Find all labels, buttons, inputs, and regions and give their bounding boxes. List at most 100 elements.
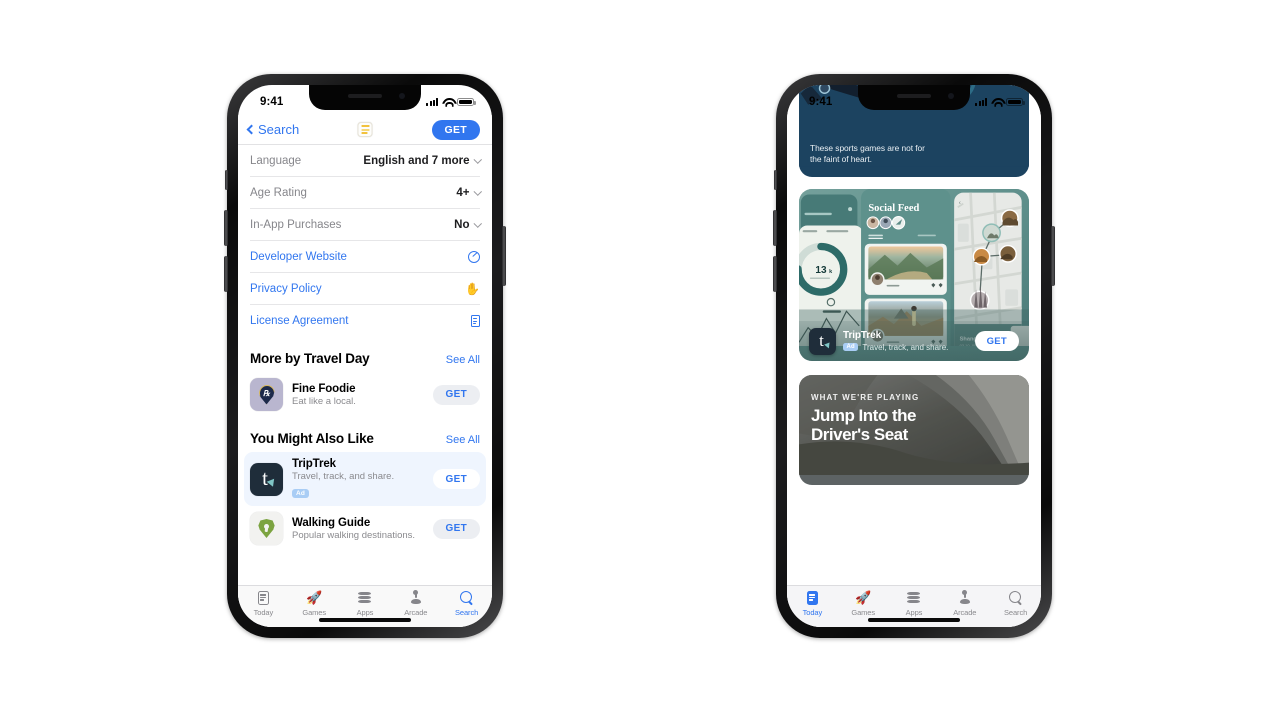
volume-up-button[interactable] [224,210,228,246]
today-icon [257,590,269,605]
status-time: 9:41 [260,96,284,108]
tab-search[interactable]: Search [990,590,1041,617]
notch [858,85,970,110]
back-label: Search [258,122,300,137]
svg-text:Social Feed: Social Feed [868,203,919,214]
info-key: In-App Purchases [250,218,342,231]
get-button-triptrek[interactable]: GET [432,469,480,489]
triptrek-app-icon: t [809,327,836,355]
link-license-agreement[interactable]: License Agreement [250,305,480,337]
left-phone-screen: 9:41 Search GET Language English and 7 m… [238,85,492,627]
right-scroll-content[interactable]: These sports games are not for the faint… [787,85,1041,627]
silent-switch[interactable] [774,170,777,190]
info-value-text: English and 7 more [363,154,470,167]
nav-get-button[interactable]: GET [431,119,480,140]
tab-search[interactable]: Search [441,590,492,617]
search-icon [460,591,473,604]
volume-down-button[interactable] [224,256,228,292]
triptrek-ad-footer: t TripTrek Ad Travel, track, and share. … [799,321,1029,361]
tab-label: Arcade [404,607,428,617]
app-row-triptrek[interactable]: t TripTrek Travel, track, and share. Ad … [244,452,486,506]
info-value-text: No [454,218,470,231]
get-button-walking-guide[interactable]: GET [432,518,480,539]
tab-arcade[interactable]: Arcade [939,589,990,617]
left-phone-device: 9:41 Search GET Language English and 7 m… [224,74,506,638]
compass-icon [468,250,480,263]
link-label: Developer Website [250,250,347,263]
see-all-also-like[interactable]: See All [446,434,480,446]
rocket-icon: 🚀 [855,590,872,605]
tab-label: Today [253,607,274,617]
chevron-down-icon [473,155,482,163]
cellular-bars-icon [975,98,987,106]
volume-down-button[interactable] [773,256,777,292]
joystick-icon [958,589,972,605]
chevron-left-icon [246,124,257,135]
app-meta: Fine Foodie Eat like a local. [292,383,424,407]
app-meta: Walking Guide Popular walking destinatio… [292,517,424,541]
app-row-walking-guide[interactable]: Walking Guide Popular walking destinatio… [238,506,492,551]
tab-label: Search [455,607,479,617]
power-button[interactable] [1051,226,1055,286]
home-indicator[interactable] [319,618,411,622]
hand-raised-icon: ✋ [465,281,480,296]
left-scroll-content[interactable]: Language English and 7 more Age Rating 4… [238,145,492,627]
silent-switch[interactable] [225,170,228,190]
today-kicker: WHAT WE'RE PLAYING [811,393,920,402]
earpiece-speaker [348,94,382,98]
info-key: Age Rating [250,186,307,199]
tab-today[interactable]: Today [787,590,838,617]
volume-up-button[interactable] [773,210,777,246]
fine-foodie-app-icon: ℞ [250,378,283,411]
power-button[interactable] [502,226,506,286]
ad-badge: Ad [292,488,310,499]
info-value: 4+ [456,187,482,199]
section-also-like-header: You Might Also Like See All [250,431,480,446]
checklist-app-icon [357,122,373,137]
tab-label: Search [1004,607,1028,617]
info-row-age-rating[interactable]: Age Rating 4+ [250,177,482,209]
info-row-in-app-purchases[interactable]: In-App Purchases No [250,209,482,241]
ad-description: Travel, track, and share. [862,342,949,352]
tab-label: Games [851,607,876,617]
tab-label: Arcade [953,607,977,617]
app-subtitle: Travel, track, and share. [292,471,395,482]
chevron-down-icon [473,187,482,195]
walking-guide-app-icon [250,512,283,545]
tab-arcade[interactable]: Arcade [390,589,441,617]
tab-label: Apps [905,607,923,617]
svg-text:‹: ‹ [959,200,961,207]
section-more-by-header: More by Travel Day See All [250,351,480,366]
back-to-search-button[interactable]: Search [246,122,300,137]
link-developer-website[interactable]: Developer Website [250,241,480,273]
get-button-fine-foodie[interactable]: GET [432,384,480,405]
get-button-triptrek-ad[interactable]: GET [974,331,1019,351]
tab-games[interactable]: 🚀 Games [289,590,340,617]
link-label: Privacy Policy [250,282,322,295]
right-phone-device: These sports games are not for the faint… [773,74,1055,638]
sports-caption-line1: These sports games are not for [810,142,925,153]
home-indicator[interactable] [868,618,960,622]
tab-label: Apps [356,607,374,617]
app-row-fine-foodie[interactable]: ℞ Fine Foodie Eat like a local. GET [238,372,492,417]
link-privacy-policy[interactable]: Privacy Policy ✋ [250,273,480,305]
tab-games[interactable]: 🚀 Games [838,590,889,617]
chevron-down-icon [473,219,482,227]
tab-apps[interactable]: Apps [889,590,940,617]
sports-caption-line2: the faint of heart. [810,154,872,165]
tab-today[interactable]: Today [238,590,289,617]
battery-icon [1006,97,1025,107]
today-editorial-card[interactable]: WHAT WE'RE PLAYING Jump Into the Driver'… [799,375,1029,485]
app-name: Walking Guide [292,516,371,529]
ad-subline: Ad Travel, track, and share. [843,343,968,352]
front-camera [399,93,405,99]
document-icon [470,315,480,327]
screenshot-stage: 9:41 Search GET Language English and 7 m… [0,0,1280,720]
see-all-more-by[interactable]: See All [446,354,480,366]
app-name: TripTrek [292,458,336,470]
info-row-language[interactable]: Language English and 7 more [250,145,482,177]
today-title-line1: Jump Into the [811,406,916,425]
tab-apps[interactable]: Apps [340,590,391,617]
triptrek-ad-card[interactable]: 13 k Social Feed ‹ t TripTrek Ad Travel,… [799,189,1029,361]
tab-label: Today [802,607,823,617]
